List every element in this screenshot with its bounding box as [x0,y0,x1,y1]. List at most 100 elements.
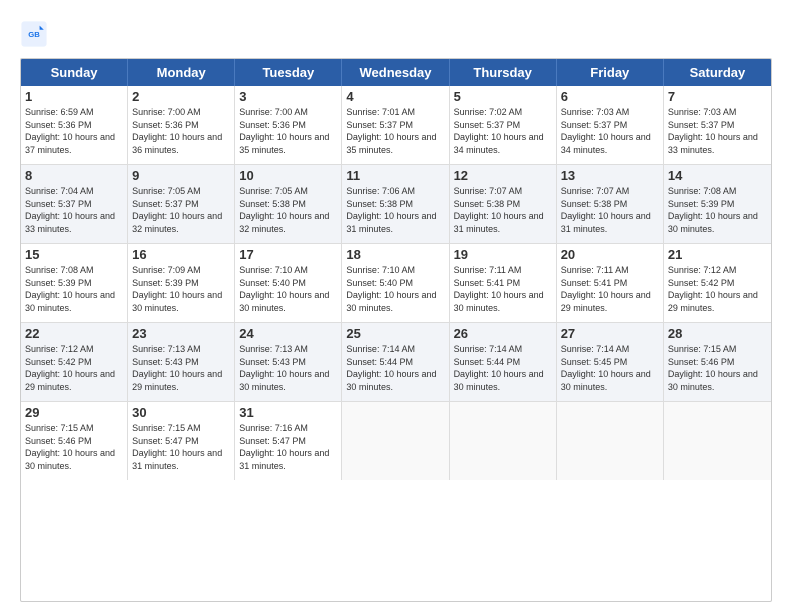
daylight-label: Daylight: 10 hours and 31 minutes. [239,447,337,472]
empty-cell [664,402,771,480]
daylight-label: Daylight: 10 hours and 37 minutes. [25,131,123,156]
empty-cell [450,402,557,480]
day-3: 3Sunrise: 7:00 AMSunset: 5:36 PMDaylight… [235,86,342,164]
day-16: 16Sunrise: 7:09 AMSunset: 5:39 PMDayligh… [128,244,235,322]
day-number: 2 [132,89,230,104]
sunrise-line: Sunrise: 7:12 AM [668,264,767,277]
sunset-line: Sunset: 5:44 PM [454,356,552,369]
sunrise-line: Sunrise: 7:15 AM [132,422,230,435]
daylight-label: Daylight: 10 hours and 30 minutes. [668,210,767,235]
sunset-line: Sunset: 5:39 PM [25,277,123,290]
daylight-label: Daylight: 10 hours and 35 minutes. [239,131,337,156]
daylight-label: Daylight: 10 hours and 31 minutes. [561,210,659,235]
day-number: 24 [239,326,337,341]
daylight-label: Daylight: 10 hours and 30 minutes. [454,289,552,314]
header-friday: Friday [557,59,664,86]
day-17: 17Sunrise: 7:10 AMSunset: 5:40 PMDayligh… [235,244,342,322]
daylight-label: Daylight: 10 hours and 33 minutes. [25,210,123,235]
daylight-label: Daylight: 10 hours and 31 minutes. [132,447,230,472]
day-number: 20 [561,247,659,262]
sunset-line: Sunset: 5:42 PM [25,356,123,369]
sunset-line: Sunset: 5:37 PM [561,119,659,132]
day-number: 9 [132,168,230,183]
header-monday: Monday [128,59,235,86]
sunset-line: Sunset: 5:45 PM [561,356,659,369]
sunset-line: Sunset: 5:39 PM [132,277,230,290]
daylight-label: Daylight: 10 hours and 34 minutes. [561,131,659,156]
sunrise-line: Sunrise: 7:11 AM [454,264,552,277]
logo: GB [20,20,52,48]
day-25: 25Sunrise: 7:14 AMSunset: 5:44 PMDayligh… [342,323,449,401]
sunrise-line: Sunrise: 7:14 AM [346,343,444,356]
day-29: 29Sunrise: 7:15 AMSunset: 5:46 PMDayligh… [21,402,128,480]
daylight-label: Daylight: 10 hours and 32 minutes. [239,210,337,235]
week-row-4: 22Sunrise: 7:12 AMSunset: 5:42 PMDayligh… [21,323,771,402]
sunrise-line: Sunrise: 7:12 AM [25,343,123,356]
sunset-line: Sunset: 5:37 PM [25,198,123,211]
day-26: 26Sunrise: 7:14 AMSunset: 5:44 PMDayligh… [450,323,557,401]
day-number: 4 [346,89,444,104]
sunset-line: Sunset: 5:38 PM [239,198,337,211]
daylight-label: Daylight: 10 hours and 30 minutes. [454,368,552,393]
sunrise-line: Sunrise: 7:10 AM [346,264,444,277]
sunset-line: Sunset: 5:38 PM [561,198,659,211]
day-4: 4Sunrise: 7:01 AMSunset: 5:37 PMDaylight… [342,86,449,164]
header: GB [20,20,772,48]
day-8: 8Sunrise: 7:04 AMSunset: 5:37 PMDaylight… [21,165,128,243]
daylight-label: Daylight: 10 hours and 29 minutes. [25,368,123,393]
sunrise-line: Sunrise: 7:00 AM [132,106,230,119]
day-number: 28 [668,326,767,341]
day-20: 20Sunrise: 7:11 AMSunset: 5:41 PMDayligh… [557,244,664,322]
day-number: 12 [454,168,552,183]
sunrise-line: Sunrise: 7:09 AM [132,264,230,277]
day-18: 18Sunrise: 7:10 AMSunset: 5:40 PMDayligh… [342,244,449,322]
day-24: 24Sunrise: 7:13 AMSunset: 5:43 PMDayligh… [235,323,342,401]
daylight-label: Daylight: 10 hours and 30 minutes. [25,447,123,472]
sunset-line: Sunset: 5:42 PM [668,277,767,290]
day-28: 28Sunrise: 7:15 AMSunset: 5:46 PMDayligh… [664,323,771,401]
day-19: 19Sunrise: 7:11 AMSunset: 5:41 PMDayligh… [450,244,557,322]
day-11: 11Sunrise: 7:06 AMSunset: 5:38 PMDayligh… [342,165,449,243]
sunset-line: Sunset: 5:44 PM [346,356,444,369]
day-2: 2Sunrise: 7:00 AMSunset: 5:36 PMDaylight… [128,86,235,164]
sunset-line: Sunset: 5:36 PM [25,119,123,132]
sunrise-line: Sunrise: 7:13 AM [239,343,337,356]
header-wednesday: Wednesday [342,59,449,86]
day-number: 26 [454,326,552,341]
daylight-label: Daylight: 10 hours and 30 minutes. [346,368,444,393]
daylight-label: Daylight: 10 hours and 32 minutes. [132,210,230,235]
day-23: 23Sunrise: 7:13 AMSunset: 5:43 PMDayligh… [128,323,235,401]
daylight-label: Daylight: 10 hours and 34 minutes. [454,131,552,156]
sunset-line: Sunset: 5:40 PM [239,277,337,290]
day-5: 5Sunrise: 7:02 AMSunset: 5:37 PMDaylight… [450,86,557,164]
sunrise-line: Sunrise: 7:11 AM [561,264,659,277]
sunrise-line: Sunrise: 7:07 AM [454,185,552,198]
sunset-line: Sunset: 5:40 PM [346,277,444,290]
day-10: 10Sunrise: 7:05 AMSunset: 5:38 PMDayligh… [235,165,342,243]
sunrise-line: Sunrise: 7:15 AM [668,343,767,356]
day-number: 23 [132,326,230,341]
sunset-line: Sunset: 5:43 PM [239,356,337,369]
sunrise-line: Sunrise: 6:59 AM [25,106,123,119]
sunrise-line: Sunrise: 7:13 AM [132,343,230,356]
day-number: 18 [346,247,444,262]
day-number: 6 [561,89,659,104]
day-21: 21Sunrise: 7:12 AMSunset: 5:42 PMDayligh… [664,244,771,322]
sunset-line: Sunset: 5:46 PM [25,435,123,448]
day-number: 22 [25,326,123,341]
daylight-label: Daylight: 10 hours and 35 minutes. [346,131,444,156]
day-13: 13Sunrise: 7:07 AMSunset: 5:38 PMDayligh… [557,165,664,243]
sunrise-line: Sunrise: 7:05 AM [132,185,230,198]
daylight-label: Daylight: 10 hours and 29 minutes. [561,289,659,314]
daylight-label: Daylight: 10 hours and 29 minutes. [132,368,230,393]
day-number: 19 [454,247,552,262]
sunrise-line: Sunrise: 7:05 AM [239,185,337,198]
sunrise-line: Sunrise: 7:01 AM [346,106,444,119]
day-number: 1 [25,89,123,104]
week-row-5: 29Sunrise: 7:15 AMSunset: 5:46 PMDayligh… [21,402,771,480]
day-number: 5 [454,89,552,104]
week-row-3: 15Sunrise: 7:08 AMSunset: 5:39 PMDayligh… [21,244,771,323]
day-number: 30 [132,405,230,420]
daylight-label: Daylight: 10 hours and 36 minutes. [132,131,230,156]
sunset-line: Sunset: 5:37 PM [668,119,767,132]
